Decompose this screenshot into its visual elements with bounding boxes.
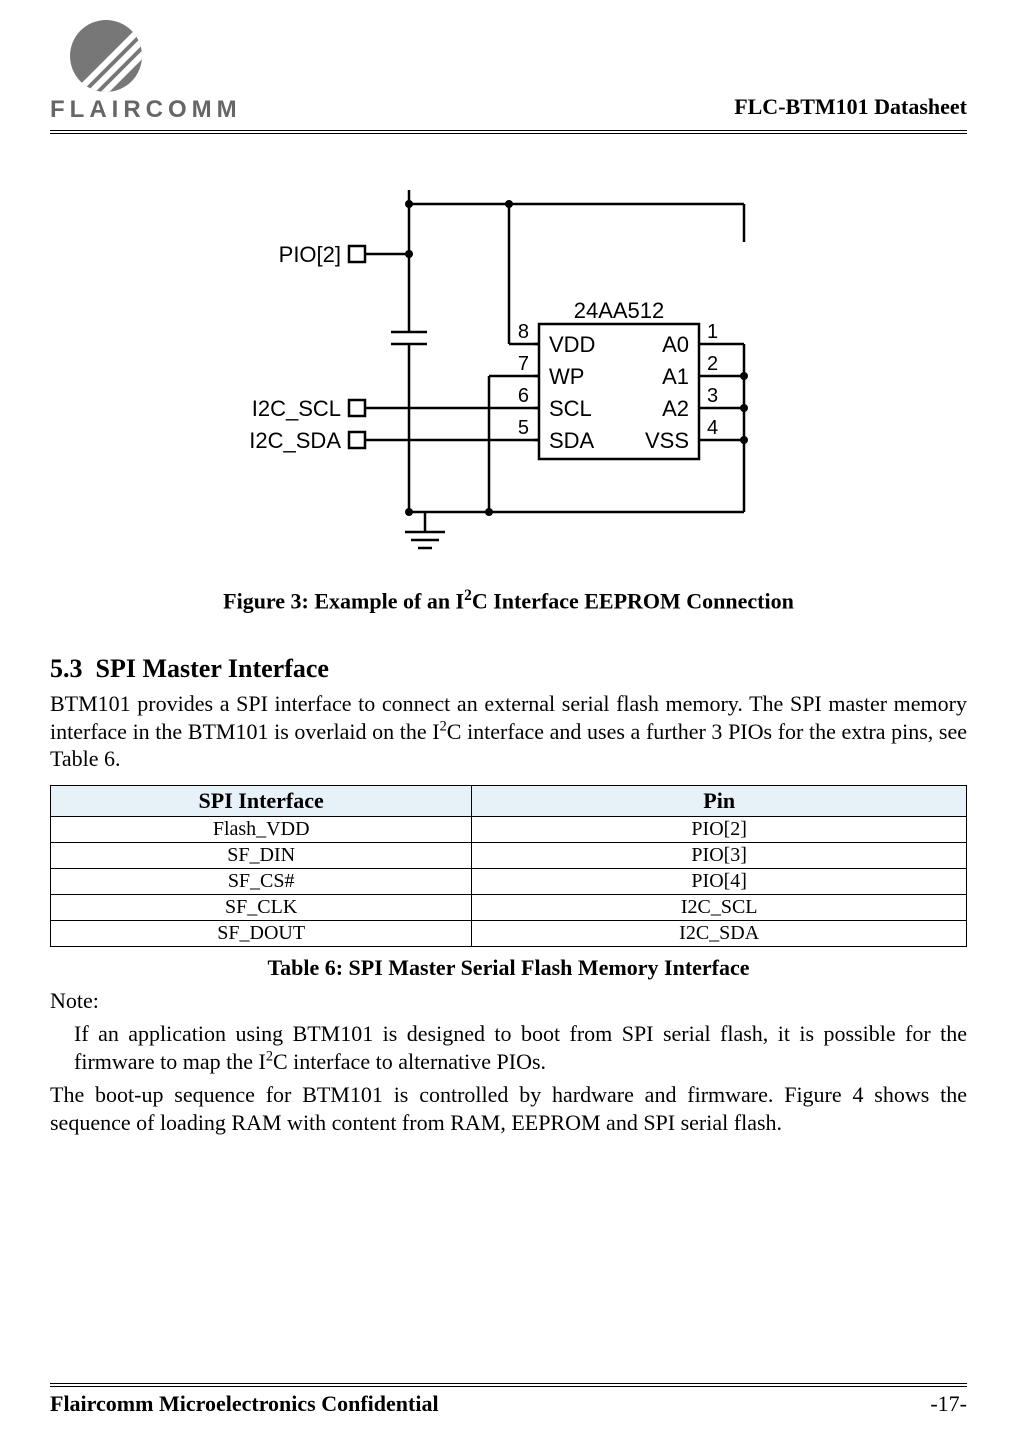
table-6: SPI Interface Pin Flash_VDD PIO[2] SF_DI… bbox=[50, 785, 967, 947]
label-i2c-sda: I2C_SDA bbox=[249, 428, 341, 453]
table-6-caption: Table 6: SPI Master Serial Flash Memory … bbox=[50, 955, 967, 981]
chip-pin-sda: SDA bbox=[549, 428, 595, 453]
label-chip-name: 24AA512 bbox=[573, 298, 664, 323]
brand-block: FLAIRCOMM bbox=[50, 20, 242, 124]
i2c-eeprom-diagram: PIO[2] I2C_SCL I2C_SDA 24AA512 VDD WP SC… bbox=[209, 172, 809, 577]
pin-num-6: 6 bbox=[517, 385, 528, 407]
chip-pin-a0: A0 bbox=[662, 332, 689, 357]
flaircomm-logo-icon bbox=[70, 20, 142, 92]
chip-pin-a1: A1 bbox=[662, 364, 689, 389]
note-body: If an application using BTM101 is design… bbox=[74, 1020, 967, 1075]
chip-pin-vdd: VDD bbox=[549, 332, 595, 357]
label-i2c-scl: I2C_SCL bbox=[251, 396, 340, 421]
pin-num-7: 7 bbox=[517, 353, 528, 375]
footer-page-number: -17- bbox=[930, 1391, 967, 1417]
section-5-3-para1: BTM101 provides a SPI interface to conne… bbox=[50, 690, 967, 773]
section-5-3-heading: 5.3 SPI Master Interface bbox=[50, 654, 967, 684]
section-5-3-para2: The boot-up sequence for BTM101 is contr… bbox=[50, 1081, 967, 1136]
chip-pin-a2: A2 bbox=[662, 396, 689, 421]
page-footer: Flaircomm Microelectronics Confidential … bbox=[50, 1383, 967, 1417]
document-title: FLC-BTM101 Datasheet bbox=[734, 94, 967, 124]
table-row: SF_DIN PIO[3] bbox=[51, 842, 967, 868]
table-row: SF_CLK I2C_SCL bbox=[51, 894, 967, 920]
th-pin: Pin bbox=[472, 785, 967, 816]
table-header-row: SPI Interface Pin bbox=[51, 785, 967, 816]
pin-num-4: 4 bbox=[707, 417, 718, 439]
table-row: Flash_VDD PIO[2] bbox=[51, 816, 967, 842]
footer-confidential: Flaircomm Microelectronics Confidential bbox=[50, 1391, 439, 1417]
table-row: SF_DOUT I2C_SDA bbox=[51, 920, 967, 946]
label-pio2: PIO[2] bbox=[278, 242, 340, 267]
chip-pin-wp: WP bbox=[549, 364, 584, 389]
pin-num-5: 5 bbox=[517, 417, 528, 439]
table-row: SF_CS# PIO[4] bbox=[51, 868, 967, 894]
note-label: Note: bbox=[50, 987, 967, 1015]
pin-num-2: 2 bbox=[707, 353, 718, 375]
pin-num-8: 8 bbox=[517, 321, 528, 343]
pin-num-1: 1 bbox=[707, 321, 718, 343]
chip-pin-scl: SCL bbox=[549, 396, 592, 421]
page-header: FLAIRCOMM FLC-BTM101 Datasheet bbox=[50, 20, 967, 134]
th-spi-interface: SPI Interface bbox=[51, 785, 472, 816]
figure-3: PIO[2] I2C_SCL I2C_SDA 24AA512 VDD WP SC… bbox=[50, 172, 967, 614]
pin-num-3: 3 bbox=[707, 385, 718, 407]
brand-text: FLAIRCOMM bbox=[50, 96, 242, 124]
figure-3-caption: Figure 3: Example of an I2C Interface EE… bbox=[50, 587, 967, 614]
chip-pin-vss: VSS bbox=[644, 428, 688, 453]
